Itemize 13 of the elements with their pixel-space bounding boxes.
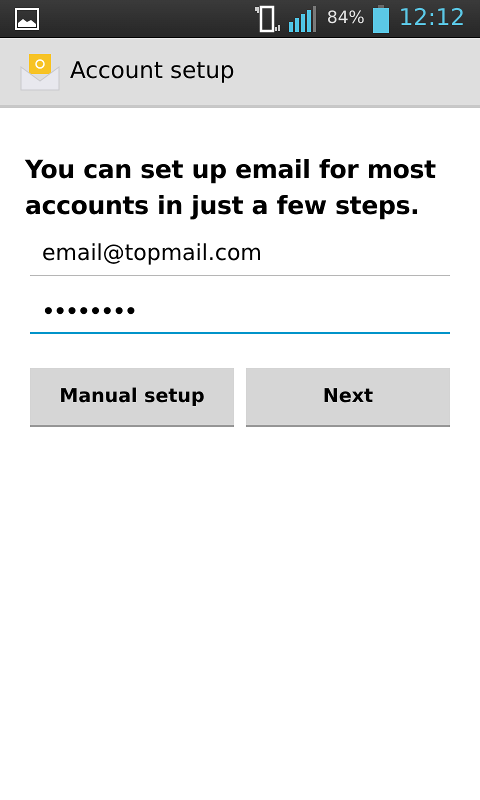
signal-icon — [288, 4, 317, 32]
next-button[interactable]: Next — [246, 368, 450, 427]
instruction-heading: You can set up email for most accounts in just a few steps. — [25, 154, 437, 222]
battery-icon — [372, 4, 389, 32]
picture-notification-icon — [15, 8, 39, 30]
vibrate-icon — [254, 4, 281, 32]
screen-title: Account setup — [70, 57, 235, 86]
clock: 12:12 — [398, 4, 465, 34]
envelope-icon — [20, 52, 60, 90]
email-field[interactable]: email@topmail.com — [30, 232, 450, 276]
password-field[interactable]: •••••••• — [30, 290, 450, 334]
manual-setup-button[interactable]: Manual setup — [30, 368, 234, 427]
battery-percent: 84% — [326, 6, 365, 30]
